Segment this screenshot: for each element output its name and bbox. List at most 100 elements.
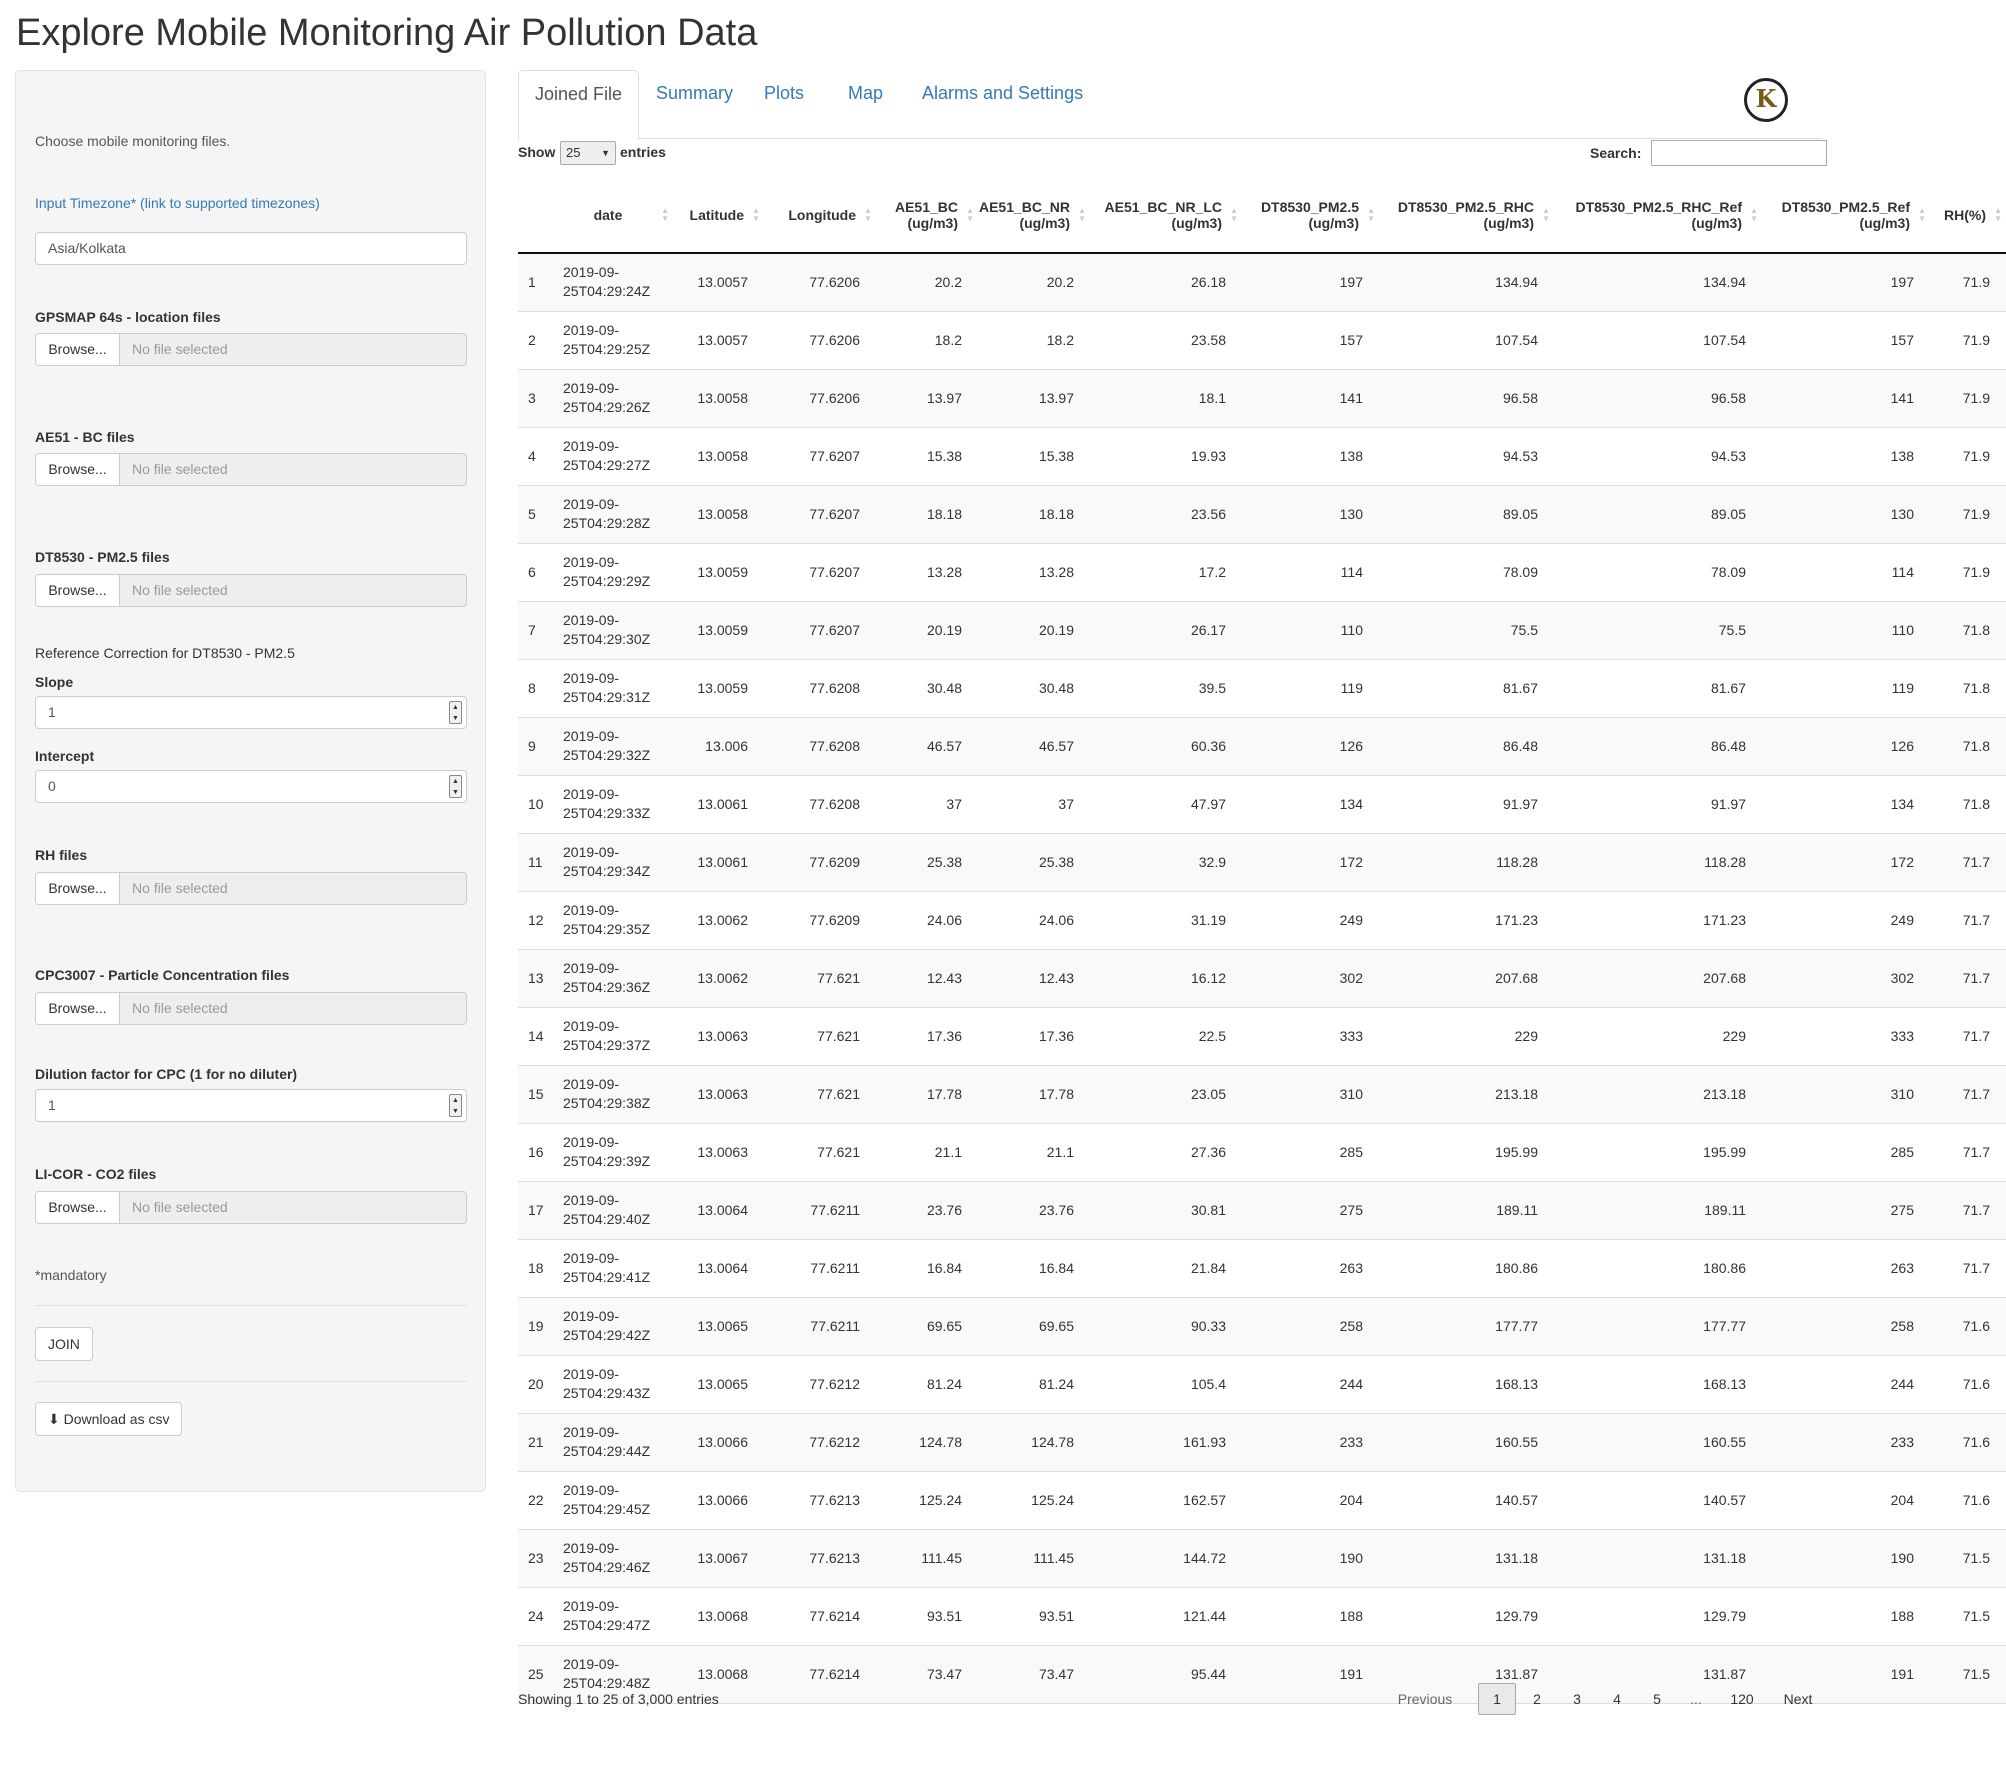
table-row[interactable]: 17 2019-09- 25T04:29:40Z 13.0064 77.6211 23.7… [518,1182,2006,1240]
page-button-120[interactable]: 120 [1720,1683,1764,1715]
tab-summary[interactable]: Summary [640,70,749,139]
cell-latitude: 13.0059 [697,564,748,580]
table-row[interactable]: 21 2019-09- 25T04:29:44Z 13.0066 77.6212 124.… [518,1414,2006,1472]
licor-file-input[interactable]: Browse... No file selected [35,1191,467,1224]
column-header-dt8530-pm25-rhc[interactable]: DT8530_PM2.5_RHC (ug/m3) ▲ ▼ [1379,178,1554,252]
next-button[interactable]: Next [1772,1683,1824,1715]
cell-dt8530-pm25-rhc: 171.23 [1495,912,1538,928]
slope-spinner[interactable]: ▲ ▼ [449,701,462,724]
ae51-browse-button[interactable]: Browse... [36,454,120,485]
page-button-4[interactable]: 4 [1598,1683,1636,1715]
dilution-input[interactable]: 1 ▲ ▼ [35,1089,467,1122]
rh-browse-button[interactable]: Browse... [36,873,120,904]
search-input[interactable] [1651,140,1827,166]
column-header-dt8530-pm25-rhc-ref[interactable]: DT8530_PM2.5_RHC_Ref (ug/m3) ▲ ▼ [1554,178,1762,252]
rh-file-input[interactable]: Browse... No file selected [35,872,467,905]
table-row[interactable]: 6 2019-09- 25T04:29:29Z 13.0059 77.6207 13.28… [518,544,2006,602]
tab-map[interactable]: Map [832,70,899,139]
date-part: 2019-09- [563,1482,620,1498]
tab-alarms-settings[interactable]: Alarms and Settings [906,70,1099,139]
cell-ae51-bc-nr: 124.78 [1031,1434,1074,1450]
column-header-dt8530-pm25[interactable]: DT8530_PM2.5 (ug/m3) ▲ ▼ [1242,178,1379,252]
join-button[interactable]: JOIN [35,1327,93,1361]
column-header-label: DT8530_PM2.5_Ref [1781,199,1910,215]
cell-dt8530-pm25: 249 [1339,912,1363,928]
tab-joined-file[interactable]: Joined File [518,70,640,140]
page-button-2[interactable]: 2 [1518,1683,1556,1715]
spin-up-icon[interactable]: ▲ [450,702,461,713]
cell-latitude: 13.0057 [697,274,748,290]
table-row[interactable]: 10 2019-09- 25T04:29:33Z 13.0061 77.6208 37 37… [518,776,2006,834]
column-header-date[interactable]: date ▲ ▼ [563,178,673,252]
column-header-ae51-bc[interactable]: AE51_BC (ug/m3) ▲ ▼ [876,178,978,252]
previous-button[interactable]: Previous [1394,1683,1456,1715]
tab-plots[interactable]: Plots [748,70,820,139]
table-row[interactable]: 5 2019-09- 25T04:29:28Z 13.0058 77.6207 18.18… [518,486,2006,544]
cell-latitude: 13.0061 [697,854,748,870]
cell-ae51-bc: 73.47 [926,1666,962,1682]
spin-down-icon[interactable]: ▼ [450,713,461,724]
table-row[interactable]: 15 2019-09- 25T04:29:38Z 13.0063 77.621 17.78… [518,1066,2006,1124]
table-row[interactable]: 1 2019-09- 25T04:29:24Z 13.0057 77.6206 20.2 2… [518,254,2006,312]
table-row[interactable]: 2 2019-09- 25T04:29:25Z 13.0057 77.6206 18.2 1… [518,312,2006,370]
cpc-browse-button[interactable]: Browse... [36,993,120,1024]
table-row[interactable]: 13 2019-09- 25T04:29:36Z 13.0062 77.621 12.43… [518,950,2006,1008]
table-row[interactable]: 20 2019-09- 25T04:29:43Z 13.0065 77.6212 81.2… [518,1356,2006,1414]
date-part: 25T04:29:33Z [563,805,651,821]
table-row[interactable]: 12 2019-09- 25T04:29:35Z 13.0062 77.6209 24.0… [518,892,2006,950]
table-row[interactable]: 4 2019-09- 25T04:29:27Z 13.0058 77.6207 15.38… [518,428,2006,486]
column-header-longitude[interactable]: Longitude ▲ ▼ [764,178,876,252]
cell-dt8530-pm25-rhc: 89.05 [1502,506,1538,522]
cell-dt8530-pm25-ref: 249 [1890,912,1914,928]
cell-ae51-bc-nr-lc: 27.36 [1190,1144,1226,1160]
gps-file-input[interactable]: Browse... No file selected [35,333,467,366]
table-row[interactable]: 22 2019-09- 25T04:29:45Z 13.0066 77.6213 125.… [518,1472,2006,1530]
ae51-file-input[interactable]: Browse... No file selected [35,453,467,486]
intercept-spinner[interactable]: ▲ ▼ [449,775,462,798]
column-header-rh[interactable]: RH(%) ▲ ▼ [1930,178,2006,252]
page-button-5[interactable]: 5 [1638,1683,1676,1715]
table-row[interactable]: 3 2019-09- 25T04:29:26Z 13.0058 77.6206 13.97… [518,370,2006,428]
slope-value: 1 [48,704,56,720]
timezone-input[interactable]: Asia/Kolkata [35,232,467,265]
cell-ae51-bc-nr-lc: 105.4 [1190,1376,1226,1392]
download-csv-button[interactable]: ⬇ Download as csv [35,1402,183,1436]
cell-ae51-bc-nr-lc: 18.1 [1198,390,1226,406]
intercept-input[interactable]: 0 ▲ ▼ [35,770,467,803]
spin-up-icon[interactable]: ▲ [450,1095,461,1106]
dt8530-file-input[interactable]: Browse... No file selected [35,574,467,607]
page-button-1[interactable]: 1 [1478,1683,1516,1715]
column-header-ae51-bc-nr[interactable]: AE51_BC_NR (ug/m3) ▲ ▼ [978,178,1090,252]
column-header-ae51-bc-nr-lc[interactable]: AE51_BC_NR_LC (ug/m3) ▲ ▼ [1090,178,1242,252]
page-button-3[interactable]: 3 [1558,1683,1596,1715]
table-row[interactable]: 16 2019-09- 25T04:29:39Z 13.0063 77.621 21.1 2… [518,1124,2006,1182]
column-header-dt8530-pm25-ref[interactable]: DT8530_PM2.5_Ref (ug/m3) ▲ ▼ [1762,178,1930,252]
cell-dt8530-pm25-rhc-ref: 213.18 [1703,1086,1746,1102]
cell-date: 2019-09- 25T04:29:34Z [563,834,673,890]
table-row[interactable]: 23 2019-09- 25T04:29:46Z 13.0067 77.6213 111.… [518,1530,2006,1588]
spin-down-icon[interactable]: ▼ [450,787,461,798]
cell-dt8530-pm25: 191 [1339,1666,1363,1682]
gps-browse-button[interactable]: Browse... [36,334,120,365]
cpc-file-input[interactable]: Browse... No file selected [35,992,467,1025]
slope-input[interactable]: 1 ▲ ▼ [35,696,467,729]
spin-up-icon[interactable]: ▲ [450,776,461,787]
date-part: 2019-09- [563,1308,620,1324]
entries-length-select[interactable]: 25 ▼ [560,141,616,165]
table-row[interactable]: 24 2019-09- 25T04:29:47Z 13.0068 77.6214 93.5… [518,1588,2006,1646]
spin-down-icon[interactable]: ▼ [450,1106,461,1117]
cell-ae51-bc-nr-lc: 17.2 [1198,564,1226,580]
table-row[interactable]: 14 2019-09- 25T04:29:37Z 13.0063 77.621 17.36… [518,1008,2006,1066]
dilution-spinner[interactable]: ▲ ▼ [449,1094,462,1117]
table-row[interactable]: 19 2019-09- 25T04:29:42Z 13.0065 77.6211 69.6… [518,1298,2006,1356]
licor-browse-button[interactable]: Browse... [36,1192,120,1223]
cell-ae51-bc: 12.43 [926,970,962,986]
column-header-latitude[interactable]: Latitude ▲ ▼ [673,178,764,252]
table-row[interactable]: 8 2019-09- 25T04:29:31Z 13.0059 77.6208 30.48… [518,660,2006,718]
table-row[interactable]: 9 2019-09- 25T04:29:32Z 13.006 77.6208 46.57 4… [518,718,2006,776]
timezone-link[interactable]: Input Timezone* (link to supported timez… [35,195,320,211]
table-row[interactable]: 7 2019-09- 25T04:29:30Z 13.0059 77.6207 20.19… [518,602,2006,660]
dt8530-browse-button[interactable]: Browse... [36,575,120,606]
table-row[interactable]: 11 2019-09- 25T04:29:34Z 13.0061 77.6209 25.3… [518,834,2006,892]
table-row[interactable]: 18 2019-09- 25T04:29:41Z 13.0064 77.6211 16.8… [518,1240,2006,1298]
